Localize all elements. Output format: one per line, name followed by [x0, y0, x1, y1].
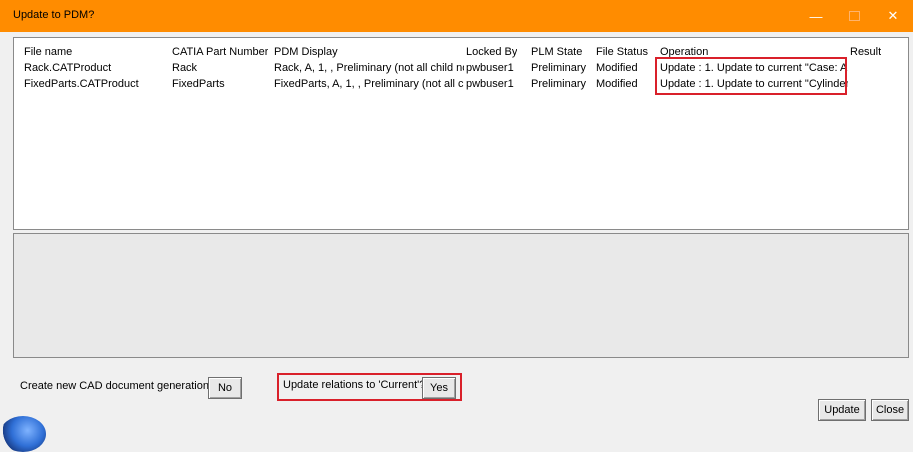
file-list-table[interactable]: File name CATIA Part Number PDM Display … [13, 37, 909, 230]
cell-file-name: Rack.CATProduct [24, 62, 112, 74]
header-result[interactable]: Result [850, 46, 881, 58]
cell-locked-by: pwbuser1 [466, 78, 514, 90]
cell-pdm-display: Rack, A, 1, , Preliminary (not all child… [274, 62, 464, 74]
window-title: Update to PDM? [13, 9, 95, 21]
close-window-button[interactable]: ✕ [876, 0, 910, 32]
minimize-button[interactable]: — [799, 0, 833, 32]
relations-label: Update relations to 'Current'? [283, 379, 426, 391]
header-file-name[interactable]: File name [24, 46, 72, 58]
update-button[interactable]: Update [818, 399, 866, 421]
cell-locked-by: pwbuser1 [466, 62, 514, 74]
operation-highlight [655, 57, 847, 95]
title-bar: Update to PDM? — ✕ [0, 0, 913, 32]
app-logo-icon [0, 416, 46, 452]
close-icon: ✕ [887, 8, 899, 23]
header-pdm-display[interactable]: PDM Display [274, 46, 338, 58]
yes-button[interactable]: Yes [422, 377, 456, 399]
minimize-icon: — [809, 8, 823, 24]
maximize-icon [848, 11, 860, 21]
maximize-button[interactable] [837, 0, 871, 32]
no-button[interactable]: No [208, 377, 242, 399]
cell-part-number: FixedParts [172, 78, 225, 90]
cell-file-status: Modified [596, 62, 638, 74]
header-file-status[interactable]: File Status [596, 46, 648, 58]
cell-plm-state: Preliminary [531, 78, 587, 90]
cell-plm-state: Preliminary [531, 62, 587, 74]
details-pane [13, 233, 909, 358]
cad-generation-label: Create new CAD document generation? [20, 380, 216, 392]
header-catia-part-number[interactable]: CATIA Part Number [172, 46, 268, 58]
header-plm-state[interactable]: PLM State [531, 46, 582, 58]
cell-file-name: FixedParts.CATProduct [24, 78, 139, 90]
cell-file-status: Modified [596, 78, 638, 90]
close-button[interactable]: Close [871, 399, 909, 421]
cell-pdm-display: FixedParts, A, 1, , Preliminary (not all… [274, 78, 464, 90]
cell-part-number: Rack [172, 62, 198, 74]
header-locked-by[interactable]: Locked By [466, 46, 517, 58]
